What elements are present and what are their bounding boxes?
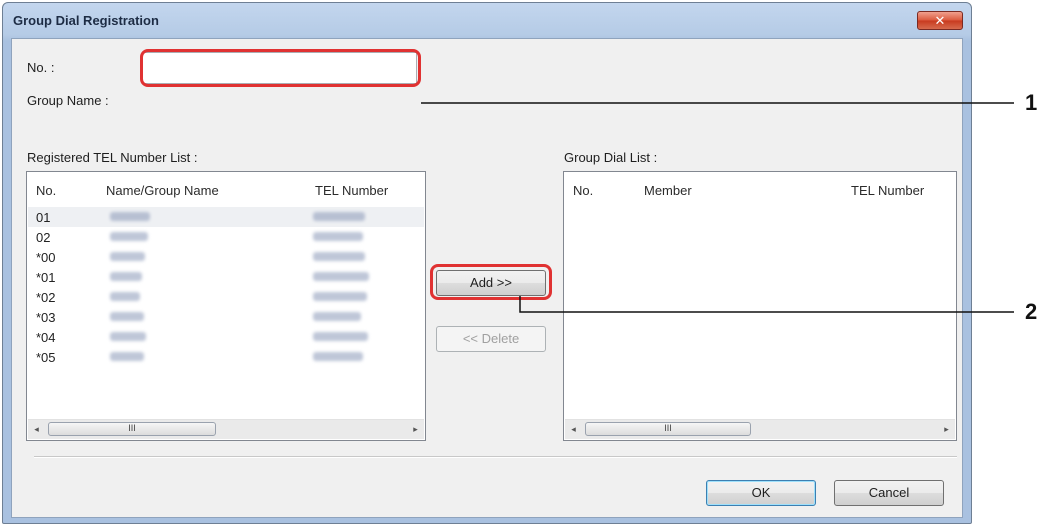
callout-number-2: 2 bbox=[1025, 299, 1038, 324]
callout-lines bbox=[421, 102, 1014, 313]
callout-number-1: 1 bbox=[1025, 90, 1038, 115]
callout-line-2 bbox=[519, 296, 1014, 313]
